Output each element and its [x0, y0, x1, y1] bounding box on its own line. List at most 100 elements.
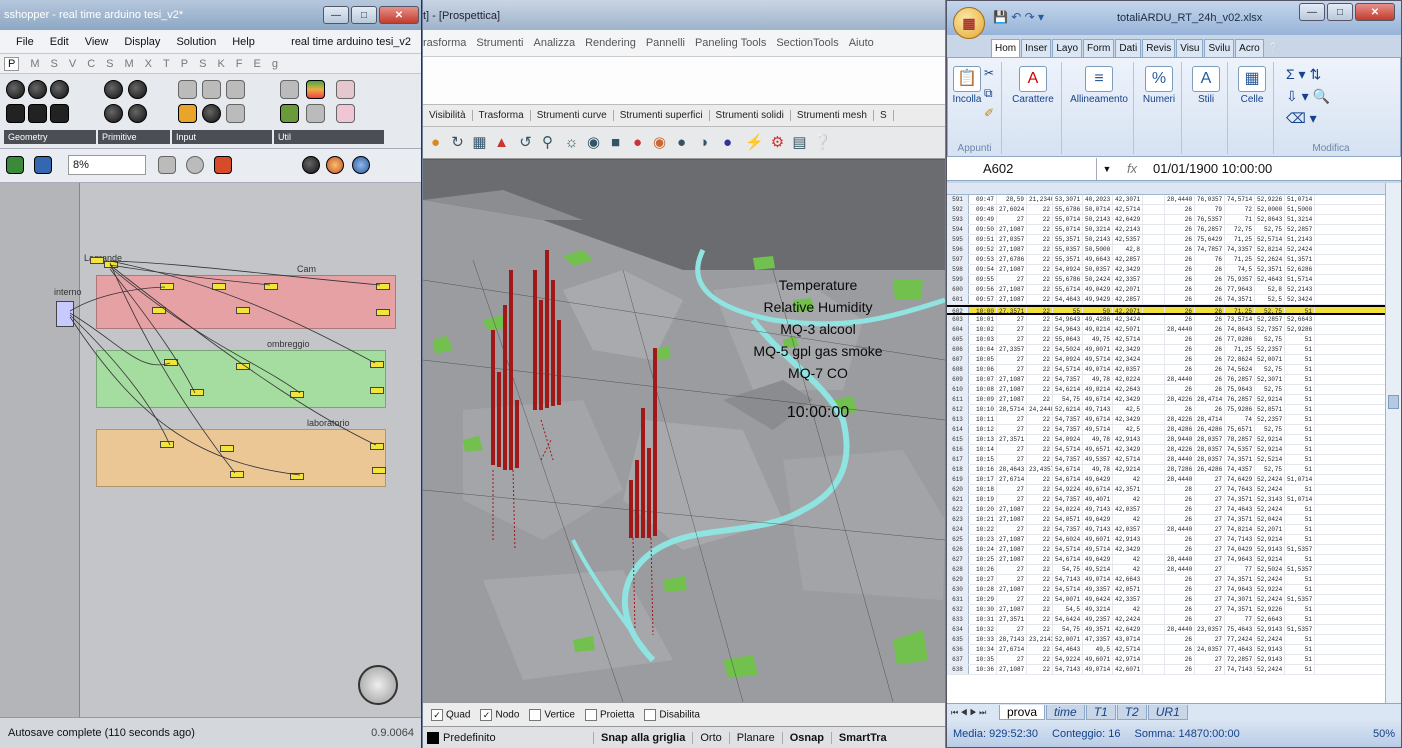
table-cell[interactable]	[1143, 295, 1165, 304]
table-row[interactable]: 599 09:55 27 22 55,6786 50,2424 42,3357 26 26 75,…	[947, 275, 1387, 285]
table-cell[interactable]: 22	[1027, 295, 1053, 304]
table-row[interactable]: 598 09:54 27,1087 22 54,0924 50,0357 42,3429 26…	[947, 265, 1387, 275]
grid-icon[interactable]: ▦	[471, 134, 488, 151]
table-cell[interactable]: 51	[1285, 485, 1315, 494]
table-cell[interactable]: 51,0714	[1285, 475, 1315, 484]
table-cell[interactable]: 52,3143	[1255, 495, 1285, 504]
table-cell[interactable]: 47,3357	[1083, 635, 1113, 644]
table-cell[interactable]: 52,8571	[1255, 405, 1285, 414]
table-cell[interactable]: 10:14	[969, 445, 997, 454]
table-row[interactable]: 592 09:48 27,6024 22 55,6786 50,0714 42,5714 26…	[947, 205, 1387, 215]
table-cell[interactable]: 26	[1165, 605, 1195, 614]
color-wheel-icon[interactable]: ◉	[651, 134, 668, 151]
table-cell[interactable]	[1143, 615, 1165, 624]
table-cell[interactable]: 26	[1195, 365, 1225, 374]
table-cell[interactable]: 55	[1053, 307, 1083, 313]
table-cell[interactable]: 28,4714	[1195, 415, 1225, 424]
clear-icon[interactable]: ⌫ ▾	[1286, 110, 1317, 127]
geometry-panel-label[interactable]: Geometry	[4, 130, 96, 144]
table-cell[interactable]: 26	[1195, 315, 1225, 324]
table-cell[interactable]	[1143, 625, 1165, 634]
table-cell[interactable]	[1143, 245, 1165, 254]
table-cell[interactable]: 51	[1285, 575, 1315, 584]
table-cell[interactable]: 27,6714	[997, 475, 1027, 484]
table-cell[interactable]: 10:02	[969, 325, 997, 334]
table-cell[interactable]: 26	[1195, 325, 1225, 334]
table-cell[interactable]: 10:29	[969, 595, 997, 604]
table-cell[interactable]: 28,4226	[1165, 415, 1195, 424]
table-cell[interactable]	[1143, 395, 1165, 404]
font-button[interactable]: A Carattere	[1006, 66, 1060, 105]
table-cell[interactable]: 42	[1113, 475, 1143, 484]
table-row[interactable]: 635 10:33 28,7143 23,2143 52,0071 47,3357 43,0…	[947, 635, 1387, 645]
table-cell[interactable]: 42,3424	[1113, 355, 1143, 364]
point-param-icon[interactable]	[6, 80, 25, 99]
row-number[interactable]: 601	[947, 295, 969, 304]
gradient-icon[interactable]	[178, 104, 197, 123]
perspective-viewport[interactable]: Temperature Relative Humidity MQ-3 alcoo…	[423, 160, 945, 702]
table-cell[interactable]: 28,4440	[1165, 555, 1195, 564]
tab-layout[interactable]: Layo	[1052, 39, 1083, 57]
table-cell[interactable]: 22	[1027, 565, 1053, 574]
table-cell[interactable]: 55,0357	[1053, 245, 1083, 254]
table-cell[interactable]: 10:05	[969, 355, 997, 364]
table-cell[interactable]: 27	[1195, 485, 1225, 494]
table-cell[interactable]: 49,78	[1083, 375, 1113, 384]
table-cell[interactable]: 50,2424	[1083, 275, 1113, 284]
table-cell[interactable]: 52,6643	[1255, 615, 1285, 624]
table-cell[interactable]: 10:21	[969, 515, 997, 524]
row-number[interactable]: 593	[947, 215, 969, 224]
table-cell[interactable]: 52,2424	[1255, 595, 1285, 604]
table-row[interactable]: 611 10:09 27,1087 22 54,75 49,6714 42,3429 28,4…	[947, 395, 1387, 405]
menu-trasforma[interactable]: rasforma	[423, 37, 466, 49]
table-cell[interactable]: 27,1087	[997, 605, 1027, 614]
sheet-tab-t1[interactable]: T1	[1085, 705, 1116, 720]
format-painter-icon[interactable]: ✐	[984, 106, 994, 120]
table-cell[interactable]: 26	[1195, 275, 1225, 284]
table-cell[interactable]: 51,5714	[1285, 275, 1315, 284]
table-cell[interactable]: 52,5214	[1255, 455, 1285, 464]
table-cell[interactable]: 23,2143	[1027, 635, 1053, 644]
table-cell[interactable]: 27	[997, 455, 1027, 464]
table-cell[interactable]: 23,0357	[1195, 625, 1225, 634]
table-row[interactable]: 636 10:34 27,6714 22 54,4643 49,5 42,5714 26 24,…	[947, 645, 1387, 655]
table-cell[interactable]	[1143, 445, 1165, 454]
worksheet-grid[interactable]: 591 09:47 28,59 21,2340 53,3071 40,2023 42,307…	[947, 183, 1387, 703]
table-cell[interactable]: 26	[1165, 285, 1195, 294]
excel-close-button[interactable]: ✕	[1355, 3, 1395, 21]
table-cell[interactable]: 28,4226	[1165, 395, 1195, 404]
table-cell[interactable]: 27,1087	[997, 545, 1027, 554]
table-cell[interactable]: 54,7357	[1053, 415, 1083, 424]
table-cell[interactable]: 52,2143	[1285, 285, 1315, 294]
table-cell[interactable]	[1143, 525, 1165, 534]
row-number[interactable]: 613	[947, 415, 969, 424]
sphere-util-icon[interactable]	[336, 80, 355, 99]
tab-vector[interactable]: V	[69, 58, 76, 70]
table-cell[interactable]: 54,5714	[1053, 365, 1083, 374]
table-cell[interactable]: 26	[1165, 365, 1195, 374]
table-cell[interactable]: 27	[997, 525, 1027, 534]
table-cell[interactable]: 51	[1285, 665, 1315, 674]
table-cell[interactable]	[1143, 255, 1165, 264]
tab-sets[interactable]: S	[51, 58, 58, 70]
table-cell[interactable]: 28,4440	[1165, 625, 1195, 634]
table-cell[interactable]: 51,0714	[1285, 495, 1315, 504]
table-cell[interactable]	[1143, 325, 1165, 334]
table-cell[interactable]: 27	[1195, 525, 1225, 534]
table-cell[interactable]: 42,3429	[1113, 395, 1143, 404]
table-cell[interactable]: 51,5357	[1285, 595, 1315, 604]
table-cell[interactable]: 42,2071	[1113, 285, 1143, 294]
copy-icon[interactable]: ⧉	[984, 86, 993, 101]
table-cell[interactable]: 50,2143	[1083, 215, 1113, 224]
table-cell[interactable]: 42	[1113, 495, 1143, 504]
table-cell[interactable]: 10:00	[969, 307, 997, 313]
table-cell[interactable]: 52,2624	[1255, 255, 1285, 264]
table-cell[interactable]: 75,9357	[1225, 275, 1255, 284]
table-cell[interactable]: 27	[1195, 655, 1225, 664]
table-cell[interactable]: 22	[1027, 275, 1053, 284]
table-cell[interactable]: 27,3357	[997, 345, 1027, 354]
table-cell[interactable]: 27,1087	[997, 385, 1027, 394]
menu-paneling-tools[interactable]: Paneling Tools	[695, 37, 766, 49]
table-cell[interactable]: 74,3571	[1225, 605, 1255, 614]
row-number[interactable]: 617	[947, 455, 969, 464]
